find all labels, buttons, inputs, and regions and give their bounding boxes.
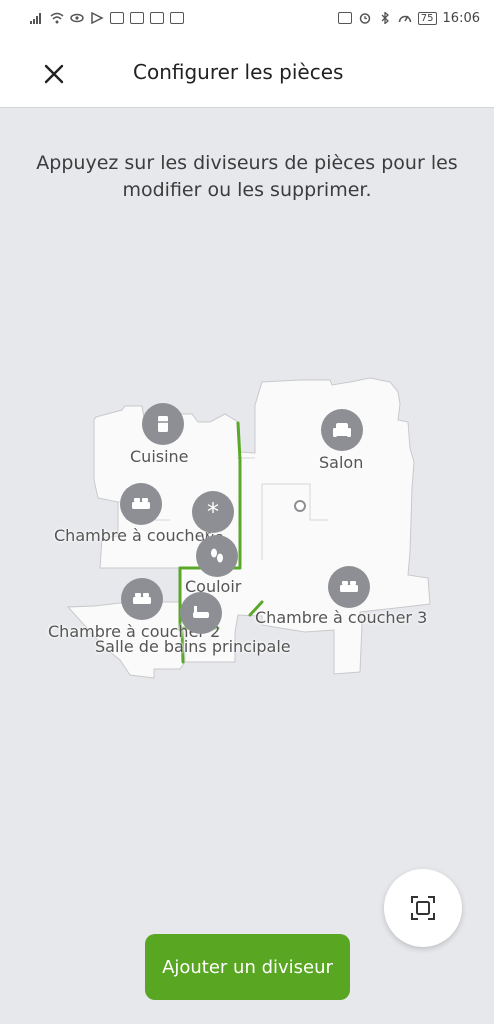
- room-label-cuisine[interactable]: Cuisine: [130, 447, 189, 466]
- app-bar: Configurer les pièces: [0, 36, 494, 108]
- corridor-icon[interactable]: [196, 535, 238, 577]
- page-title: Configurer les pièces: [133, 60, 344, 84]
- add-divider-button[interactable]: Ajouter un diviseur: [145, 934, 350, 1000]
- fit-screen-icon: [411, 896, 435, 920]
- bed-icon: [133, 593, 151, 604]
- room-label-chambre-1[interactable]: Chambre à coucher: [54, 526, 211, 545]
- floor-map[interactable]: Cuisine Salon Chambre à coucher * WC Cou…: [0, 370, 494, 690]
- home-base-icon: [294, 500, 306, 512]
- footprints-icon: [211, 548, 223, 563]
- calendar-icon: [170, 12, 184, 24]
- status-time: 16:06: [442, 10, 480, 26]
- bedroom-2-icon[interactable]: [121, 578, 163, 620]
- status-left: [30, 12, 184, 24]
- close-icon: [44, 64, 64, 84]
- fit-map-button[interactable]: [384, 869, 462, 947]
- bed-icon: [340, 581, 358, 592]
- room-label-salon[interactable]: Salon: [319, 453, 363, 472]
- wc-room-icon[interactable]: *: [192, 491, 234, 533]
- eye-icon: [70, 13, 84, 23]
- signal-icon: [30, 13, 41, 24]
- divider-cuisine-salon: [236, 421, 242, 462]
- bed-icon: [132, 498, 150, 509]
- fridge-icon: [158, 416, 168, 432]
- bathroom-icon[interactable]: [180, 592, 222, 634]
- instructions-text: Appuyez sur les diviseurs de pièces pour…: [36, 152, 458, 201]
- wifi-icon: [50, 12, 64, 24]
- mail-icon: [110, 12, 124, 24]
- app-notification-icon: [150, 12, 164, 24]
- notification-icon: [130, 12, 144, 24]
- armchair-icon: [333, 423, 351, 437]
- alarm-icon: [359, 13, 371, 24]
- speed-icon: [398, 15, 412, 23]
- status-bar: 75 16:06: [0, 0, 494, 36]
- bathtub-icon: [193, 606, 209, 618]
- battery-icon: 75: [417, 11, 437, 25]
- room-label-chambre-3[interactable]: Chambre à coucher 3: [255, 608, 427, 627]
- bedroom-icon[interactable]: [120, 483, 162, 525]
- room-label-salle-de-bains[interactable]: Salle de bains principale: [95, 637, 291, 656]
- bluetooth-icon: [381, 12, 389, 24]
- status-right: 75 16:06: [337, 10, 480, 26]
- nfc-icon: [337, 12, 352, 24]
- kitchen-icon[interactable]: [142, 403, 184, 445]
- asterisk-icon: *: [207, 498, 219, 526]
- close-button[interactable]: [36, 56, 72, 92]
- salon-icon[interactable]: [321, 409, 363, 451]
- bedroom-3-icon[interactable]: [328, 566, 370, 608]
- play-store-icon: [91, 12, 104, 24]
